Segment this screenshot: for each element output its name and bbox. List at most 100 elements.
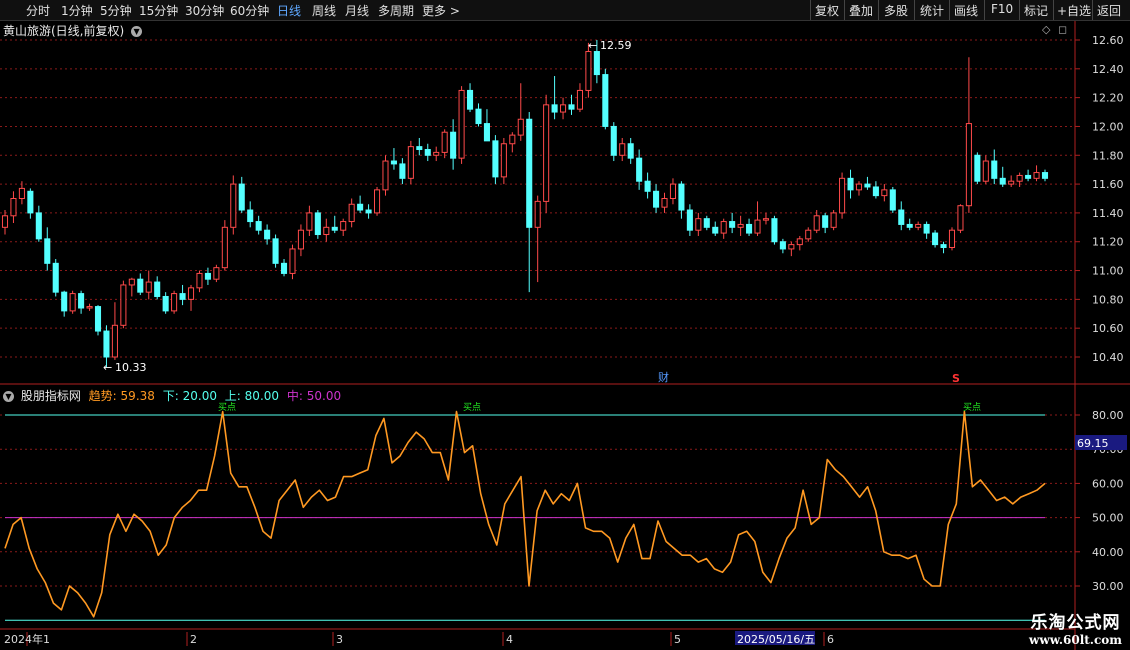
candle-body-down	[450, 131, 457, 159]
chart-canvas[interactable]: 12.60 12.40 12.20 12.00 11.80 11.60 11.40 11.20…	[0, 0, 1130, 650]
period-tab-60min[interactable]: 60分钟	[230, 2, 269, 19]
date-label-4: 4	[506, 633, 513, 646]
current-value-badge	[1075, 435, 1127, 450]
candle-body-down	[864, 183, 871, 188]
candle-body-up	[517, 118, 524, 136]
watermark-url: www.60lt.com	[1029, 633, 1122, 647]
candle-body-down	[593, 51, 600, 76]
statistics-button[interactable]: 统计	[920, 2, 944, 19]
adjust-button[interactable]: 复权	[815, 2, 839, 19]
stock-title-bar: 黄山旅游(日线,前复权) ▼	[3, 22, 143, 39]
candle-body-down	[61, 291, 68, 312]
candle-body-down	[771, 218, 778, 243]
period-tab-multi[interactable]: 多周期	[378, 2, 414, 19]
candle-body-up	[737, 223, 744, 228]
candle-body-down	[255, 221, 262, 231]
candle-body-up	[813, 215, 820, 231]
candle-body-down	[627, 143, 634, 159]
period-tab-monthly[interactable]: 月线	[345, 2, 369, 19]
candle-body-down	[27, 190, 34, 214]
financial-report-marker[interactable]: 财	[658, 370, 669, 384]
indicator-axis: 80.00 70.00 60.00 50.00 40.00 30.00	[1075, 409, 1124, 593]
mark-button[interactable]: 标记	[1024, 2, 1048, 19]
period-tab-daily[interactable]: 日线	[277, 2, 301, 19]
date-label-1: 2024年1	[4, 632, 50, 646]
candle-body-up	[407, 146, 414, 179]
more-periods-button[interactable]: 更多 >	[422, 2, 460, 19]
candle-body-up	[297, 229, 304, 250]
candle-body-up	[982, 160, 989, 182]
indicator-dropdown-icon[interactable]: ▼	[3, 391, 14, 402]
candle-body-down	[467, 89, 474, 110]
candle-body-down	[779, 241, 786, 250]
current-value-text: 69.15	[1077, 437, 1109, 450]
low-price-arrow: ←	[103, 361, 112, 374]
period-tab-timeshare[interactable]: 分时	[26, 2, 50, 19]
candle-body-up	[839, 177, 846, 214]
trend-label: 趋势:	[88, 389, 117, 403]
candle-body-up	[289, 248, 296, 274]
price-axis-label: 10.80	[1092, 293, 1124, 306]
period-tab-5min[interactable]: 5分钟	[100, 2, 132, 19]
candle-body-down	[678, 183, 685, 211]
candle-body-up	[509, 134, 516, 145]
candle-body-up	[830, 212, 837, 228]
candle-body-down	[940, 244, 947, 248]
candle-body-up	[695, 218, 702, 231]
f10-button[interactable]: F10	[991, 2, 1013, 16]
candle-body-down	[365, 209, 372, 214]
overlay-button[interactable]: 叠加	[849, 2, 873, 19]
date-axis: 2024年1 2 3 4 5 2025/05/16/五 6	[4, 631, 834, 646]
candle-body-up	[348, 203, 355, 223]
draw-line-button[interactable]: 画线	[954, 2, 978, 19]
candle-body-up	[373, 189, 381, 214]
diamond-icon[interactable]: ◇	[1042, 23, 1051, 36]
candle-body-up	[323, 226, 330, 236]
date-label-3: 3	[336, 633, 343, 646]
candle-body-up	[306, 212, 313, 231]
indicator-name: 股朋指标网	[20, 389, 81, 403]
add-watchlist-button[interactable]: +自选	[1057, 2, 1091, 19]
candle-body-down	[526, 118, 533, 228]
candle-body-up	[965, 123, 972, 207]
candle-body-down	[264, 229, 271, 240]
indicator-axis-label: 30.00	[1092, 580, 1124, 593]
period-toolbar: 分时 1分钟 5分钟 15分钟 30分钟 60分钟 日线 周线 月线 多周期 更…	[0, 0, 1130, 21]
title-dropdown-icon[interactable]: ▼	[131, 26, 143, 37]
period-tab-1min[interactable]: 1分钟	[61, 2, 93, 19]
trend-line	[4, 410, 1046, 618]
candle-body-down	[610, 125, 617, 156]
period-tab-30min[interactable]: 30分钟	[185, 2, 224, 19]
candle-body-up	[534, 200, 541, 228]
candle-body-up	[754, 219, 761, 234]
candle-body-down	[653, 190, 660, 208]
candle-body-down	[932, 232, 939, 246]
candle-body-down	[390, 160, 397, 165]
period-tab-15min[interactable]: 15分钟	[139, 2, 178, 19]
candle-body-up	[796, 238, 803, 246]
candle-body-down	[424, 149, 431, 156]
candle-body-up	[458, 89, 465, 159]
lower-value: 20.00	[182, 389, 217, 403]
buy-point-label-2: 买点	[463, 402, 481, 413]
trend-value: 59.38	[120, 389, 155, 403]
indicator-axis-label: 60.00	[1092, 477, 1124, 490]
candle-body-up	[230, 183, 237, 228]
candle-body-down	[154, 281, 161, 297]
expand-icon[interactable]: ◻	[1058, 23, 1067, 36]
multi-stock-button[interactable]: 多股	[884, 2, 908, 19]
candle-body-down	[906, 223, 913, 228]
candle-body-down	[889, 189, 896, 211]
candle-body-down	[280, 262, 288, 274]
high-price-annotation: 12.59	[600, 39, 632, 52]
indicator-gridlines	[0, 414, 1075, 587]
candle-body-down	[137, 278, 144, 293]
high-price-arrow: ←	[588, 39, 597, 52]
candle-body-down	[636, 157, 643, 182]
period-tab-weekly[interactable]: 周线	[312, 2, 336, 19]
price-axis-label: 12.20	[1092, 92, 1124, 105]
date-label-2: 2	[190, 633, 197, 646]
candle-body-down	[1041, 172, 1049, 179]
candle-body-down	[822, 215, 829, 228]
back-button[interactable]: 返回	[1097, 2, 1121, 19]
